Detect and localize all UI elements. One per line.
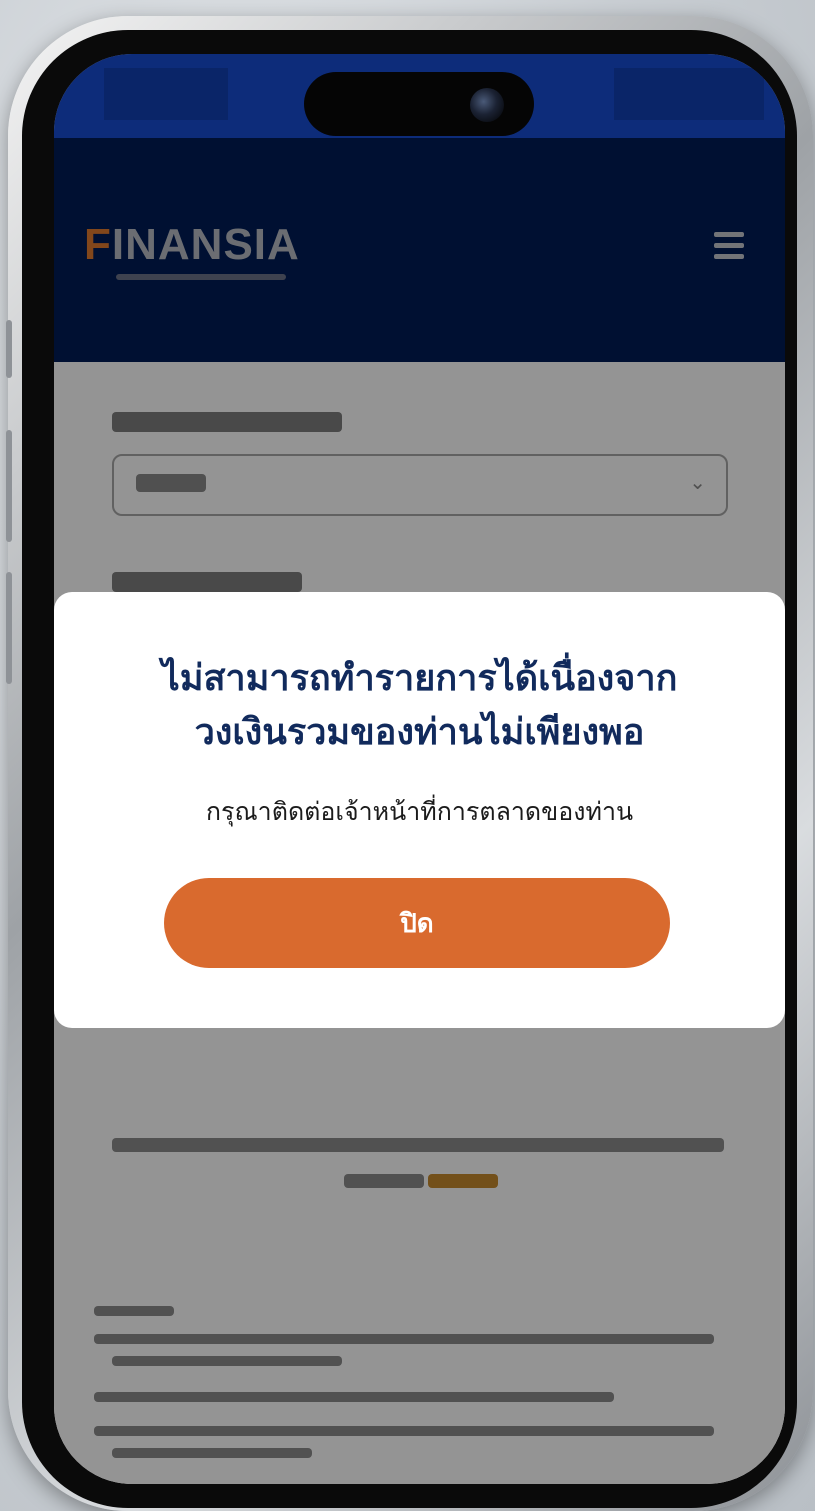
dialog-message: กรุณาติดต่อเจ้าหน้าที่การตลาดของท่าน — [205, 797, 634, 826]
dynamic-island — [304, 72, 534, 136]
dialog-title-line: วงเงินรวมของท่านไม่เพียงพอ — [194, 712, 645, 753]
dialog-title-line: ไม่สามารถทำรายการได้เนื่องจาก — [161, 658, 678, 699]
side-button — [6, 572, 12, 684]
side-button — [6, 430, 12, 542]
side-button — [6, 320, 12, 378]
status-right — [614, 68, 764, 120]
front-camera-icon — [470, 88, 504, 122]
phone-screen: FINANSIA ⌄ ไม่สามารถทำรายการได้เนื่องจาก… — [54, 54, 785, 1484]
dialog-title: ไม่สามารถทำรายการได้เนื่องจาก วงเงินรวมข… — [54, 652, 785, 760]
close-button[interactable]: ปิด — [164, 878, 670, 968]
status-left — [104, 68, 228, 120]
error-dialog: ไม่สามารถทำรายการได้เนื่องจาก วงเงินรวมข… — [54, 592, 785, 1028]
